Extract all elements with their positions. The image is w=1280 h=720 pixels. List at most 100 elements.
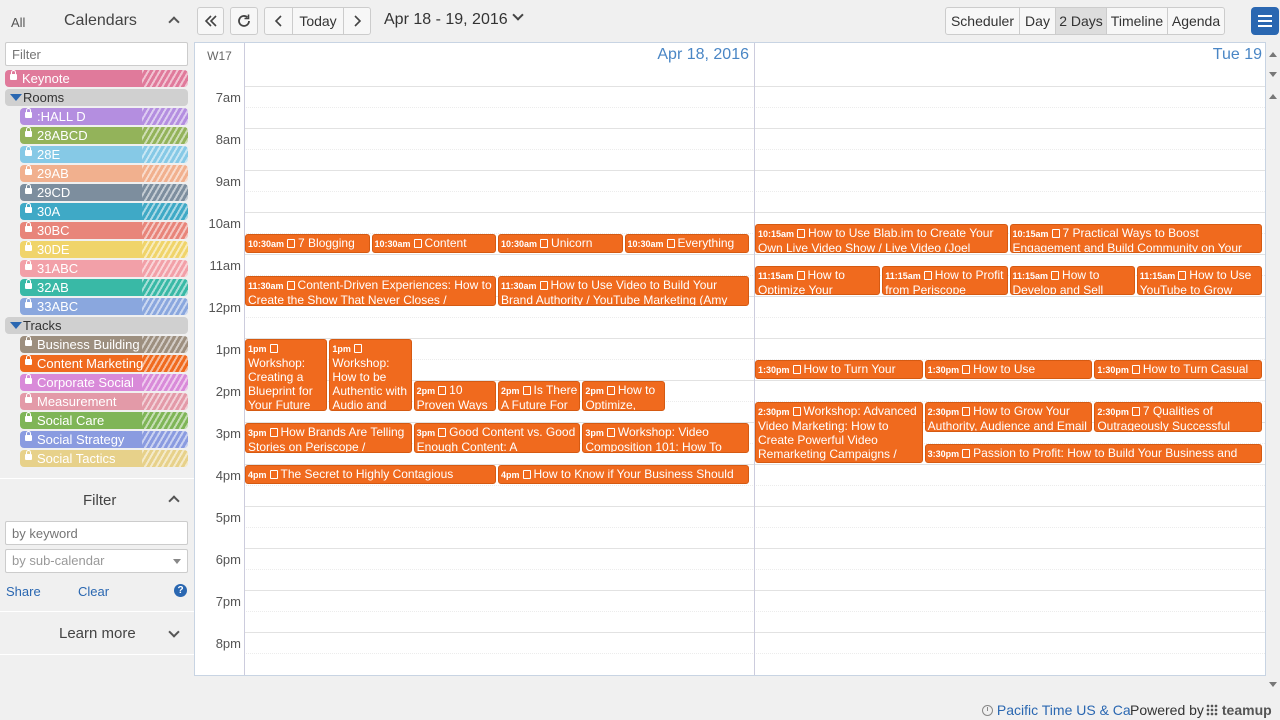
- timezone-link[interactable]: Pacific Time US & Ca: [982, 702, 1131, 718]
- calendar-item[interactable]: Content Marketing: [20, 355, 188, 372]
- event-block[interactable]: 4pmHow to Know if Your Business Should G…: [498, 465, 749, 484]
- view-2-days-button[interactable]: 2 Days: [1055, 7, 1107, 35]
- event-block[interactable]: 2pm How to Optimize,: [582, 381, 665, 411]
- calendar-item[interactable]: 32AB: [20, 279, 188, 296]
- day-header[interactable]: Tue 19: [754, 43, 1265, 86]
- event-block[interactable]: 1:30pmHow to Turn Casual Readers Into a …: [1094, 360, 1262, 379]
- event-details-icon: [797, 228, 806, 238]
- share-link[interactable]: Share: [6, 584, 41, 599]
- today-button[interactable]: Today: [292, 7, 344, 35]
- view-day-button[interactable]: Day: [1019, 7, 1056, 35]
- header-divider: [244, 86, 1265, 87]
- event-time: 1:30pm: [927, 365, 960, 375]
- subcalendar-select[interactable]: by sub-calendar: [5, 549, 188, 573]
- powered-by-label: Powered by: [1130, 702, 1204, 718]
- event-block[interactable]: 10:30amUnicorn Poop: How to Use: [498, 234, 623, 253]
- main-menu-button[interactable]: [1251, 7, 1279, 35]
- event-block[interactable]: 2:30pm How to Grow Your Authority, Audien…: [924, 402, 1093, 432]
- all-calendars-toggle[interactable]: All: [11, 15, 25, 30]
- back-double-button[interactable]: [197, 7, 224, 35]
- calendar-item[interactable]: 28E: [20, 146, 188, 163]
- calendar-item[interactable]: Social Tactics: [20, 450, 188, 467]
- event-time: 10:15am: [1012, 228, 1049, 239]
- event-block[interactable]: 10:15am 7 Practical Ways to Boost Engagem…: [1009, 223, 1262, 253]
- expand-triangle-icon[interactable]: [10, 322, 22, 329]
- prev-button[interactable]: [264, 7, 293, 35]
- calendar-item[interactable]: 28ABCD: [20, 127, 188, 144]
- event-block[interactable]: 1pm Workshop: How to be Authentic with Au…: [329, 339, 412, 411]
- event-block[interactable]: 1pm Workshop: Creating a Blueprint for Yo…: [245, 339, 328, 411]
- expand-triangle-icon[interactable]: [10, 94, 22, 101]
- collapse-calendars-icon[interactable]: [168, 16, 180, 28]
- event-block[interactable]: 2:30pm 7 Qualities of Outrageously Succes…: [1094, 402, 1262, 432]
- event-block[interactable]: 11:15am How to Develop and Sell: [1009, 265, 1135, 295]
- expand-learn-more-icon[interactable]: [168, 626, 180, 638]
- scroll-up-icon[interactable]: [1269, 52, 1277, 57]
- hour-line: [244, 590, 1265, 591]
- calendar-item[interactable]: :HALL D: [20, 108, 188, 125]
- calendar-item[interactable]: 29CD: [20, 184, 188, 201]
- next-button[interactable]: [343, 7, 371, 35]
- calendar-label: 29CD: [37, 185, 71, 200]
- event-block[interactable]: 3pm Workshop: Video Composition 101: How …: [582, 423, 749, 453]
- event-block[interactable]: 3:30pm Passion to Profit: How to Build Yo…: [924, 444, 1262, 463]
- event-block[interactable]: 10:30amContent Marketing for Small: [371, 234, 496, 253]
- event-block[interactable]: 10:30am7 Blogging Tools to Improve Your: [245, 234, 370, 253]
- clock-icon: [982, 705, 993, 716]
- refresh-button[interactable]: [230, 7, 258, 35]
- view-timeline-button[interactable]: Timeline: [1106, 7, 1168, 35]
- event-block[interactable]: 2:30pm Workshop: Advanced Video Marketing…: [755, 402, 923, 463]
- event-block[interactable]: 11:15am How to Optimize Your: [755, 265, 881, 295]
- calendar-item[interactable]: 30BC: [20, 222, 188, 239]
- calendar-item[interactable]: 31ABC: [20, 260, 188, 277]
- scroll-down-icon[interactable]: [1269, 682, 1277, 687]
- calendar-item[interactable]: 30A: [20, 203, 188, 220]
- calendar-item[interactable]: Measurement: [20, 393, 188, 410]
- event-details-icon: [413, 239, 422, 248]
- scrollbar[interactable]: [1266, 42, 1280, 692]
- event-block[interactable]: 11:30am Content-Driven Experiences: How t…: [245, 276, 496, 306]
- hour-line: [244, 506, 1265, 507]
- divider: [0, 478, 194, 479]
- folder-rooms[interactable]: Rooms: [5, 89, 188, 106]
- event-block[interactable]: 2pm Is There A Future For: [498, 381, 581, 411]
- day-header[interactable]: Apr 18, 2016: [244, 43, 754, 86]
- event-block[interactable]: 10:30amEverything You Need To Know To: [624, 234, 749, 253]
- event-block[interactable]: 3pm How Brands Are Telling Stories on Per…: [245, 423, 412, 453]
- keyword-filter-input[interactable]: [5, 521, 188, 545]
- event-block[interactable]: 1:30pmHow to Use Facebook Live to Market…: [924, 360, 1093, 379]
- folder-tracks[interactable]: Tracks: [5, 317, 188, 334]
- event-details-icon: [540, 239, 549, 248]
- event-block[interactable]: 4pmThe Secret to Highly Contagious Conte…: [245, 465, 496, 484]
- event-block[interactable]: 10:15am How to Use Blab.im to Create Your…: [755, 223, 1008, 253]
- event-block[interactable]: 11:15am How to Use YouTube to Grow: [1136, 265, 1262, 295]
- event-block[interactable]: 11:30am How to Use Video to Build Your Br…: [498, 276, 749, 306]
- calendar-item[interactable]: Social Strategy: [20, 431, 188, 448]
- calendar-item[interactable]: 33ABC: [20, 298, 188, 315]
- view-agenda-button[interactable]: Agenda: [1167, 7, 1225, 35]
- calendar-item[interactable]: 30DE: [20, 241, 188, 258]
- hour-label: 6pm: [215, 552, 241, 567]
- help-icon[interactable]: ?: [174, 584, 187, 597]
- scroll-down-icon[interactable]: [1269, 72, 1277, 77]
- inactive-stripes: [142, 165, 188, 182]
- calendar-item[interactable]: Corporate Social: [20, 374, 188, 391]
- calendar-item[interactable]: Business Building: [20, 336, 188, 353]
- calendar-item[interactable]: Social Care: [20, 412, 188, 429]
- calendar-filter-input[interactable]: [5, 42, 188, 66]
- event-time: 2:30pm: [927, 407, 960, 417]
- clear-link[interactable]: Clear: [78, 584, 109, 599]
- event-block[interactable]: 2pm10 Proven Ways to: [413, 381, 496, 411]
- collapse-filter-icon[interactable]: [168, 495, 180, 507]
- event-block[interactable]: 3pm Good Content vs. Good Enough Content:…: [413, 423, 581, 453]
- date-range-picker[interactable]: Apr 18 - 19, 2016: [384, 9, 524, 29]
- calendar-item[interactable]: Keynote: [5, 70, 188, 87]
- calendar-item[interactable]: 29AB: [20, 165, 188, 182]
- inactive-stripes: [142, 241, 188, 258]
- event-block[interactable]: 1:30pmHow to Turn Your Podcast into a Co…: [755, 360, 923, 379]
- inactive-stripes: [142, 450, 188, 467]
- event-block[interactable]: 11:15am How to Profit from Periscope: [882, 265, 1008, 295]
- scroll-up-icon[interactable]: [1269, 94, 1277, 99]
- view-scheduler-button[interactable]: Scheduler: [945, 7, 1020, 35]
- teamup-logo[interactable]: teamup: [1206, 702, 1272, 718]
